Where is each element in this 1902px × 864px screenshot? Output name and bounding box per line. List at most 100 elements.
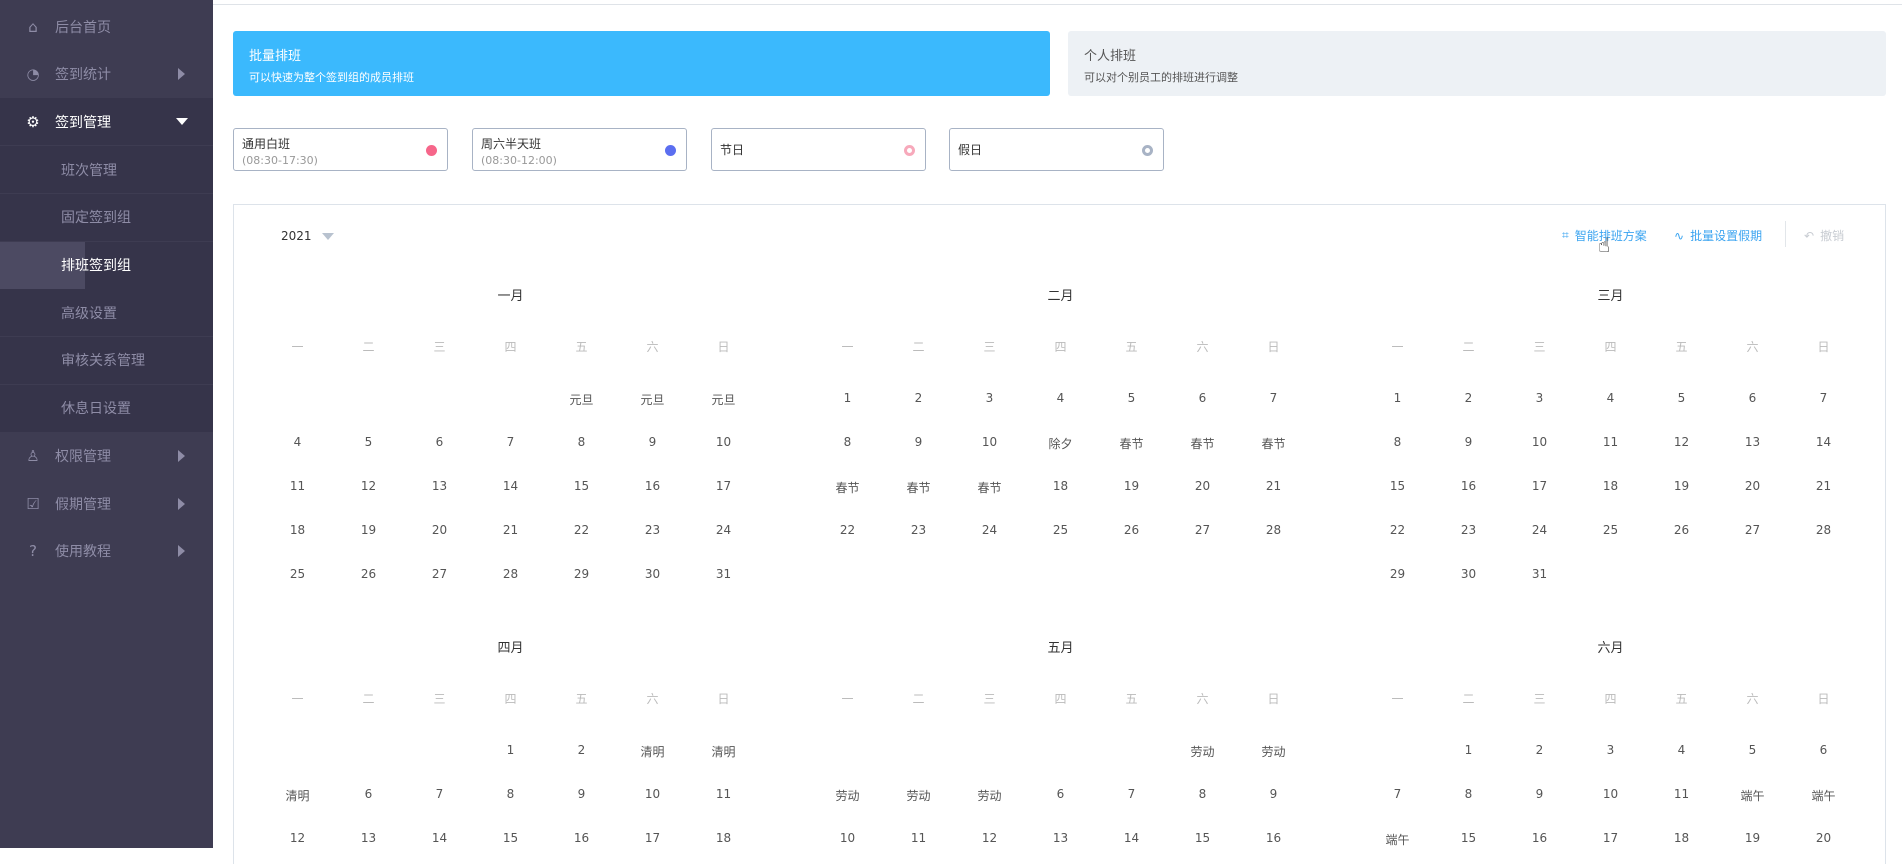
day-cell[interactable]: 1 xyxy=(475,743,546,757)
day-cell[interactable]: 26 xyxy=(1096,523,1167,537)
day-cell[interactable]: 10 xyxy=(812,831,883,845)
day-cell[interactable]: 22 xyxy=(546,523,617,537)
sidebar-item-3[interactable]: ♙ 权限管理 xyxy=(0,432,213,479)
day-cell[interactable]: 21 xyxy=(475,523,546,537)
day-cell[interactable]: 16 xyxy=(1238,831,1309,845)
day-cell[interactable]: 劳动 xyxy=(1167,743,1238,760)
personal-schedule-card[interactable]: 个人排班 可以对个别员工的排班进行调整 xyxy=(1068,31,1886,96)
day-cell[interactable]: 9 xyxy=(617,435,688,449)
day-cell[interactable]: 22 xyxy=(812,523,883,537)
day-cell[interactable]: 25 xyxy=(1025,523,1096,537)
day-cell[interactable]: 2 xyxy=(883,391,954,405)
day-cell[interactable]: 7 xyxy=(1096,787,1167,801)
day-cell[interactable]: 14 xyxy=(404,831,475,845)
day-cell[interactable]: 18 xyxy=(688,831,759,845)
day-cell[interactable]: 18 xyxy=(262,523,333,537)
day-cell[interactable]: 23 xyxy=(617,523,688,537)
day-cell[interactable]: 春节 xyxy=(883,479,954,496)
day-cell[interactable]: 11 xyxy=(688,787,759,801)
day-cell[interactable]: 13 xyxy=(333,831,404,845)
day-cell[interactable]: 10 xyxy=(1575,787,1646,801)
day-cell[interactable]: 20 xyxy=(1788,831,1859,845)
day-cell[interactable]: 5 xyxy=(1717,743,1788,757)
day-cell[interactable]: 14 xyxy=(475,479,546,493)
undo-button[interactable]: ↶ 撤销 xyxy=(1804,227,1844,244)
day-cell[interactable]: 24 xyxy=(688,523,759,537)
sidebar-subitem-0[interactable]: 班次管理 xyxy=(0,146,213,194)
day-cell[interactable]: 3 xyxy=(954,391,1025,405)
day-cell[interactable]: 6 xyxy=(333,787,404,801)
legend-festival[interactable]: 节日 xyxy=(711,128,926,171)
sidebar-subitem-4[interactable]: 审核关系管理 xyxy=(0,336,213,384)
day-cell[interactable]: 5 xyxy=(1096,391,1167,405)
day-cell[interactable]: 25 xyxy=(262,567,333,581)
day-cell[interactable]: 28 xyxy=(1788,523,1859,537)
day-cell[interactable]: 17 xyxy=(1575,831,1646,845)
day-cell[interactable]: 7 xyxy=(1362,787,1433,801)
day-cell[interactable]: 9 xyxy=(546,787,617,801)
day-cell[interactable]: 1 xyxy=(1433,743,1504,757)
day-cell[interactable]: 23 xyxy=(1433,523,1504,537)
day-cell[interactable]: 8 xyxy=(1433,787,1504,801)
day-cell[interactable]: 春节 xyxy=(1238,435,1309,452)
day-cell[interactable]: 5 xyxy=(333,435,404,449)
day-cell[interactable]: 12 xyxy=(262,831,333,845)
day-cell[interactable]: 15 xyxy=(546,479,617,493)
day-cell[interactable]: 12 xyxy=(1646,435,1717,449)
day-cell[interactable]: 16 xyxy=(1433,479,1504,493)
day-cell[interactable]: 4 xyxy=(262,435,333,449)
day-cell[interactable]: 7 xyxy=(404,787,475,801)
day-cell[interactable]: 11 xyxy=(1646,787,1717,801)
day-cell[interactable]: 26 xyxy=(333,567,404,581)
day-cell[interactable]: 3 xyxy=(1504,391,1575,405)
day-cell[interactable]: 18 xyxy=(1646,831,1717,845)
day-cell[interactable]: 9 xyxy=(883,435,954,449)
day-cell[interactable]: 1 xyxy=(1362,391,1433,405)
day-cell[interactable]: 除夕 xyxy=(1025,435,1096,452)
day-cell[interactable]: 元旦 xyxy=(617,391,688,408)
day-cell[interactable]: 31 xyxy=(688,567,759,581)
shift-legend-day[interactable]: 通用白班 (08:30-17:30) xyxy=(233,128,448,171)
day-cell[interactable]: 9 xyxy=(1238,787,1309,801)
day-cell[interactable]: 13 xyxy=(404,479,475,493)
day-cell[interactable]: 18 xyxy=(1025,479,1096,493)
sidebar-subitem-3[interactable]: 高级设置 xyxy=(0,289,213,337)
day-cell[interactable]: 12 xyxy=(954,831,1025,845)
day-cell[interactable]: 10 xyxy=(688,435,759,449)
day-cell[interactable]: 清明 xyxy=(262,787,333,804)
day-cell[interactable]: 8 xyxy=(546,435,617,449)
day-cell[interactable]: 17 xyxy=(1504,479,1575,493)
day-cell[interactable]: 春节 xyxy=(812,479,883,496)
day-cell[interactable]: 23 xyxy=(883,523,954,537)
day-cell[interactable]: 21 xyxy=(1788,479,1859,493)
day-cell[interactable]: 5 xyxy=(1646,391,1717,405)
day-cell[interactable]: 6 xyxy=(404,435,475,449)
day-cell[interactable]: 1 xyxy=(812,391,883,405)
day-cell[interactable]: 7 xyxy=(475,435,546,449)
day-cell[interactable]: 6 xyxy=(1717,391,1788,405)
day-cell[interactable]: 端午 xyxy=(1717,787,1788,804)
sidebar-item-0[interactable]: ⌂ 后台首页 xyxy=(0,3,213,50)
day-cell[interactable]: 10 xyxy=(1504,435,1575,449)
day-cell[interactable]: 8 xyxy=(1167,787,1238,801)
sidebar-item-2[interactable]: ⚙ 签到管理 xyxy=(0,98,213,146)
sidebar-item-4[interactable]: ☑ 假期管理 xyxy=(0,480,213,527)
day-cell[interactable]: 20 xyxy=(1717,479,1788,493)
day-cell[interactable]: 11 xyxy=(262,479,333,493)
day-cell[interactable]: 6 xyxy=(1167,391,1238,405)
day-cell[interactable]: 28 xyxy=(1238,523,1309,537)
day-cell[interactable]: 8 xyxy=(1362,435,1433,449)
day-cell[interactable]: 11 xyxy=(1575,435,1646,449)
day-cell[interactable]: 端午 xyxy=(1788,787,1859,804)
day-cell[interactable]: 8 xyxy=(812,435,883,449)
day-cell[interactable]: 25 xyxy=(1575,523,1646,537)
day-cell[interactable]: 4 xyxy=(1025,391,1096,405)
day-cell[interactable]: 2 xyxy=(546,743,617,757)
day-cell[interactable]: 4 xyxy=(1575,391,1646,405)
day-cell[interactable]: 9 xyxy=(1504,787,1575,801)
day-cell[interactable]: 2 xyxy=(1504,743,1575,757)
day-cell[interactable]: 19 xyxy=(1717,831,1788,845)
shift-legend-saturday[interactable]: 周六半天班 (08:30-12:00) xyxy=(472,128,687,171)
day-cell[interactable]: 24 xyxy=(1504,523,1575,537)
day-cell[interactable]: 13 xyxy=(1717,435,1788,449)
